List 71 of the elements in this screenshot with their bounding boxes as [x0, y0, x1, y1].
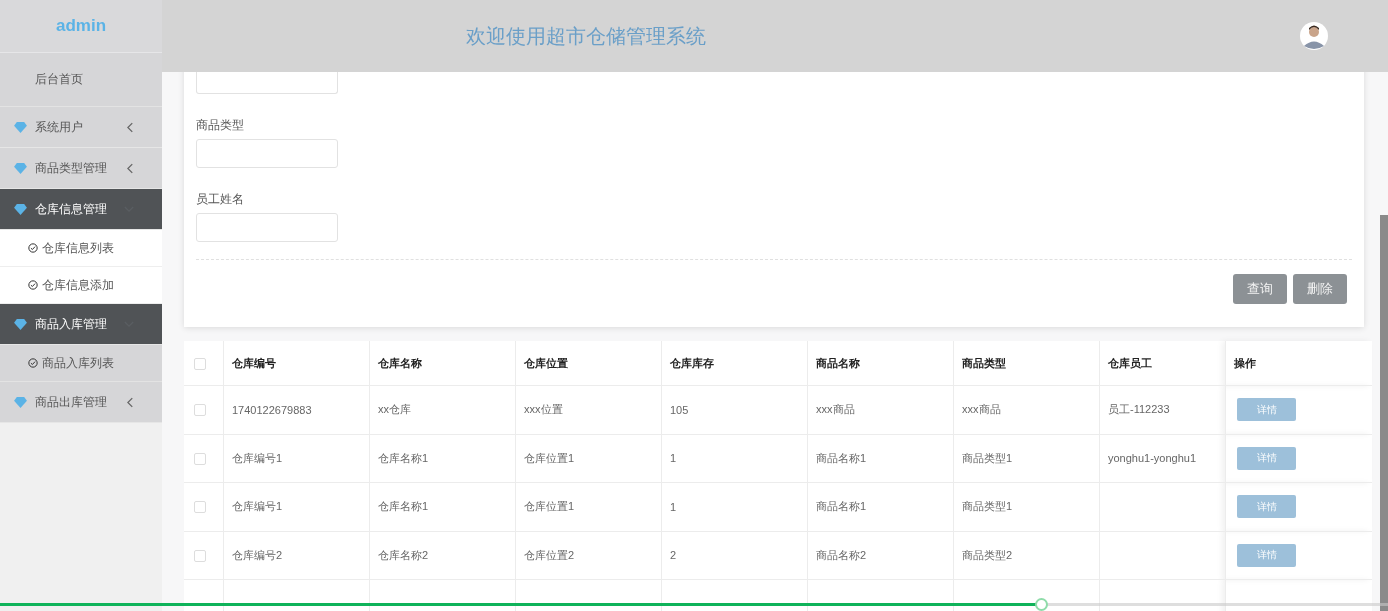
sidebar-item[interactable]: 系统用户 [0, 107, 162, 148]
table-cell: 仓库名称1 [378, 500, 429, 513]
field-label: 商品类型 [196, 118, 244, 132]
chevron-left-icon [127, 162, 134, 174]
table-cell: 1 [670, 500, 677, 513]
column-header: 商品类型 [962, 356, 1006, 369]
sidebar-item[interactable]: 后台首页 [0, 53, 162, 107]
table-cell: 仓库编号1 [232, 500, 283, 513]
page-title: 欢迎使用超市仓储管理系统 [466, 23, 706, 49]
table-cell: 商品名称1 [816, 500, 867, 513]
diamond-icon [14, 162, 27, 174]
table-cell: 商品名称1 [816, 451, 867, 464]
checkbox[interactable] [194, 357, 206, 370]
sidebar-item[interactable]: 商品入库管理 [0, 304, 162, 345]
avatar-icon[interactable] [1300, 22, 1328, 50]
check-circle-icon [28, 358, 38, 368]
table-cell: xxx位置 [524, 403, 563, 416]
field-label: 员工姓名 [196, 192, 244, 206]
table-cell: 仓库位置1 [524, 500, 575, 513]
column-header: 商品名称 [816, 356, 860, 369]
table-cell: 1740122679883 [232, 403, 312, 416]
input-field[interactable] [196, 139, 338, 168]
chevron-left-icon [127, 396, 134, 408]
diamond-icon [14, 203, 27, 215]
sidebar-subitem[interactable]: 仓库信息列表 [0, 230, 162, 267]
column-header: 仓库位置 [524, 356, 568, 369]
progress-bar[interactable] [0, 598, 1388, 611]
table-cell: 仓库编号1 [232, 451, 283, 464]
table-cell: 商品类型2 [962, 548, 1013, 561]
table-cell: 员工-112233 [1108, 403, 1170, 416]
checkbox[interactable] [194, 549, 206, 562]
sidebar-item[interactable]: 商品出库管理 [0, 382, 162, 423]
check-circle-icon [28, 280, 38, 290]
sidebar-item[interactable]: 仓库信息管理 [0, 189, 162, 230]
table-cell: yonghu1-yonghu1 [1108, 452, 1197, 465]
column-header: 仓库员工 [1108, 356, 1152, 369]
table-cell: 1 [670, 452, 677, 465]
table-cell: 仓库编号2 [232, 548, 283, 561]
sidebar-item[interactable]: 商品类型管理 [0, 148, 162, 189]
table-cell: 商品类型1 [962, 451, 1013, 464]
sidebar-subitem[interactable]: 仓库信息添加 [0, 267, 162, 304]
table-cell: xx仓库 [378, 403, 411, 416]
diamond-icon [14, 318, 27, 330]
form-button[interactable]: 删除 [1293, 274, 1347, 304]
table-cell: 105 [670, 403, 689, 416]
input-field[interactable] [196, 72, 338, 94]
form-button[interactable]: 查询 [1233, 274, 1287, 304]
table-cell: 仓库位置2 [524, 548, 575, 561]
table-cell: xxx商品 [962, 403, 1001, 416]
brand-title: admin [0, 0, 162, 53]
column-header: 仓库编号 [232, 356, 276, 369]
column-header: 操作 [1234, 356, 1256, 369]
diamond-icon [14, 396, 27, 408]
table-cell: 仓库位置1 [524, 451, 575, 464]
table-cell: 仓库名称1 [378, 451, 429, 464]
table-cell: 仓库名称2 [378, 548, 429, 561]
column-header: 仓库库存 [670, 356, 714, 369]
diamond-icon [14, 121, 27, 133]
sidebar-subitem[interactable]: 商品入库列表 [0, 345, 162, 382]
chevron-left-icon [127, 121, 134, 133]
checkbox[interactable] [194, 501, 206, 514]
table-cell: 商品名称2 [816, 548, 867, 561]
checkbox[interactable] [194, 404, 206, 417]
column-header: 仓库名称 [378, 356, 422, 369]
check-circle-icon [28, 243, 38, 253]
table-cell: 2 [670, 549, 677, 562]
scrollbar[interactable] [1380, 215, 1388, 611]
input-field[interactable] [196, 213, 338, 242]
checkbox[interactable] [194, 452, 206, 465]
table-cell: 商品类型1 [962, 500, 1013, 513]
table-cell: xxx商品 [816, 403, 855, 416]
